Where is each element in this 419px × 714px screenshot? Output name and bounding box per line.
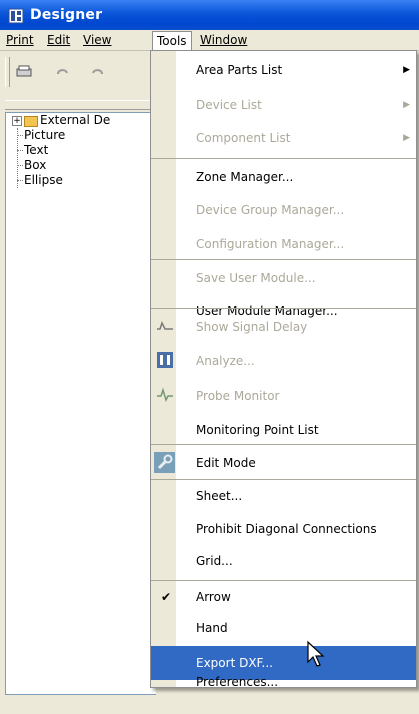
menu-separator (151, 444, 416, 445)
redo-icon[interactable] (87, 65, 107, 79)
menu-item-analyze[interactable]: Analyze... (151, 344, 416, 378)
menu-item-grid[interactable]: Grid... (151, 544, 416, 578)
menu-item-label: Device List (196, 98, 262, 112)
menu-item-label: Zone Manager... (196, 170, 294, 184)
menu-item-label: Edit Mode (196, 456, 256, 470)
menu-separator (151, 308, 416, 309)
submenu-arrow-icon: ▶ (403, 100, 410, 110)
menu-item-preferences[interactable]: Preferences... (151, 675, 416, 689)
menu-edit[interactable]: Edit (43, 32, 74, 49)
submenu-arrow-icon: ▶ (403, 133, 410, 143)
menu-window[interactable]: Window (196, 32, 251, 49)
menu-item-save-user-module[interactable]: Save User Module... (151, 261, 416, 295)
window-title: Designer (30, 7, 103, 23)
menu-item-monitoring-point-list[interactable]: Monitoring Point List (151, 413, 416, 447)
menu-item-label: Prohibit Diagonal Connections (196, 522, 377, 536)
menu-item-label: Export DXF... (196, 656, 273, 670)
menu-bar: Print Edit View Tools Window (0, 30, 419, 51)
panel-header-strip (5, 100, 155, 110)
mouse-pointer-icon (307, 640, 325, 667)
menu-item-label: Area Parts List (196, 63, 283, 77)
menu-separator (151, 158, 416, 159)
menu-item-hand[interactable]: Hand (151, 611, 416, 645)
tree-connector (17, 180, 23, 181)
menu-item-label: Component List (196, 131, 291, 145)
menu-item-label: Configuration Manager... (196, 237, 345, 251)
tree-item-label: External De (40, 113, 111, 127)
tree-expand-icon[interactable]: + (12, 116, 22, 126)
menu-item-edit-mode[interactable]: Edit Mode (151, 446, 416, 480)
menu-item-label: Arrow (196, 590, 231, 604)
parts-tree: + External De Picture Text Box Ellipse (6, 113, 156, 188)
toolbar-grip[interactable] (5, 57, 10, 87)
menu-item-arrow[interactable]: ✔ Arrow (151, 580, 416, 614)
tree-connector (17, 135, 23, 136)
tree-item-ellipse[interactable]: Ellipse (6, 173, 156, 188)
wrench-icon (154, 452, 175, 473)
menu-item-configuration-manager[interactable]: Configuration Manager... (151, 227, 416, 261)
checkmark-icon: ✔ (161, 590, 172, 604)
tree-connector (17, 150, 23, 151)
menu-item-label: Monitoring Point List (196, 423, 319, 437)
parts-tree-panel: + External De Picture Text Box Ellipse (5, 112, 156, 695)
print-icon[interactable] (14, 65, 34, 79)
folder-icon (24, 116, 38, 127)
menu-item-label: Device Group Manager... (196, 203, 345, 217)
tree-item-label: Box (24, 158, 47, 172)
tree-item-box[interactable]: Box (6, 158, 156, 173)
menu-item-prohibit-diagonal-connections[interactable]: Prohibit Diagonal Connections (151, 512, 416, 546)
menu-separator (151, 259, 416, 260)
tree-item-label: Ellipse (24, 173, 63, 187)
undo-icon[interactable] (53, 65, 73, 79)
menu-print[interactable]: Print (2, 32, 38, 49)
menu-item-label: Preferences... (196, 675, 279, 689)
menu-item-label: Save User Module... (196, 271, 316, 285)
menu-item-label: Analyze... (196, 354, 255, 368)
analyze-icon (157, 352, 173, 368)
menu-item-label: Hand (196, 621, 228, 635)
menu-item-zone-manager[interactable]: Zone Manager... (151, 160, 416, 194)
menu-item-label: Grid... (196, 554, 233, 568)
menu-item-show-signal-delay[interactable]: Show Signal Delay (151, 310, 416, 344)
menu-tools[interactable]: Tools (152, 31, 192, 51)
probe-icon (157, 387, 173, 403)
menu-item-export-dxf[interactable]: Export DXF... (151, 646, 416, 680)
menu-item-label: Show Signal Delay (196, 320, 308, 334)
toolbar (0, 51, 155, 93)
designer-app-icon (8, 8, 24, 24)
menu-item-probe-monitor[interactable]: Probe Monitor (151, 379, 416, 413)
menu-item-sheet[interactable]: Sheet... (151, 479, 416, 513)
tree-item-picture[interactable]: Picture (6, 128, 156, 143)
tree-connector (17, 165, 23, 166)
menu-view[interactable]: View (79, 32, 115, 49)
signal-delay-icon (157, 321, 173, 330)
tree-item-label: Picture (24, 128, 66, 142)
menu-item-device-group-manager[interactable]: Device Group Manager... (151, 193, 416, 227)
menu-item-label: Probe Monitor (196, 389, 280, 403)
menu-item-area-parts-list[interactable]: Area Parts List ▶ (151, 53, 416, 87)
tools-menu: Area Parts List ▶ Device List ▶ Componen… (150, 50, 417, 689)
menu-item-label: Sheet... (196, 489, 243, 503)
title-bar: Designer (0, 0, 419, 30)
submenu-arrow-icon: ▶ (403, 65, 410, 75)
tree-item-text[interactable]: Text (6, 143, 156, 158)
tree-item-external[interactable]: + External De (6, 113, 156, 128)
menu-item-component-list[interactable]: Component List ▶ (151, 121, 416, 155)
menu-item-device-list[interactable]: Device List ▶ (151, 88, 416, 122)
tree-item-label: Text (24, 143, 49, 157)
